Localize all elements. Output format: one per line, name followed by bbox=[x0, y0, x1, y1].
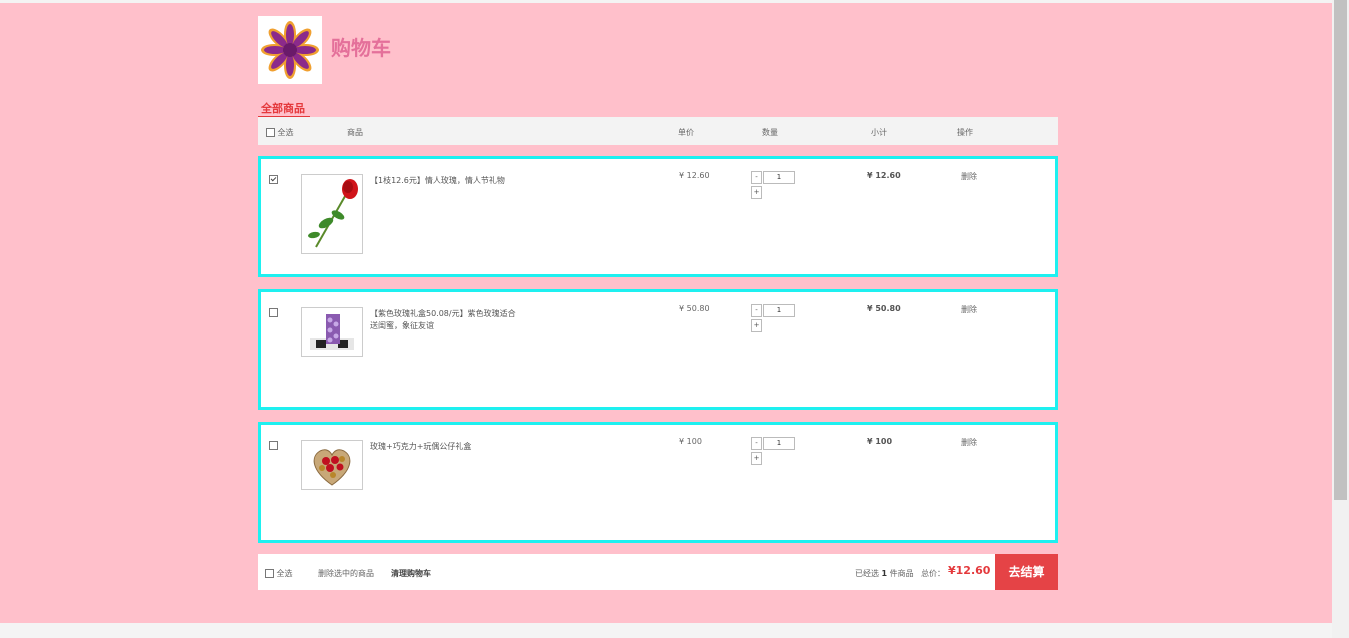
select-all-checkbox[interactable] bbox=[266, 128, 275, 137]
unit-price: ¥ 100 bbox=[679, 437, 702, 446]
page-title: 购物车 bbox=[331, 36, 391, 60]
unit-price: ¥ 50.80 bbox=[679, 304, 710, 313]
product-name[interactable]: 玫瑰+巧克力+玩偶公仔礼盒 bbox=[370, 441, 520, 453]
product-name[interactable]: 【紫色玫瑰礼盒50.08/元】紫色玫瑰适合送闺蜜，象征友谊 bbox=[370, 308, 520, 332]
cart-item: 【1枝12.6元】情人玫瑰，情人节礼物 ¥ 12.60 - 1 + ¥ 12.6… bbox=[258, 156, 1058, 277]
heart-gift-box-image bbox=[313, 449, 351, 486]
product-image-rose[interactable] bbox=[301, 174, 363, 254]
flower-logo bbox=[258, 16, 322, 84]
select-all-label: 全选 bbox=[277, 128, 294, 137]
total-label: 总价： bbox=[921, 569, 945, 578]
header-unit-price: 单价 bbox=[678, 128, 694, 137]
quantity-input[interactable]: 1 bbox=[763, 437, 795, 450]
product-image-heart-gift-box[interactable] bbox=[301, 440, 363, 490]
footer-select-all-checkbox[interactable] bbox=[265, 569, 274, 578]
header-quantity: 数量 bbox=[762, 128, 778, 137]
quantity-increase-button[interactable]: + bbox=[751, 319, 762, 332]
product-image-purple-rose-box[interactable] bbox=[301, 307, 363, 357]
delete-item-link[interactable]: 删除 bbox=[961, 437, 977, 448]
item-subtotal: ¥ 12.60 bbox=[867, 171, 901, 180]
flower-logo-icon bbox=[261, 21, 319, 79]
clear-cart-link[interactable]: 清理购物车 bbox=[391, 568, 431, 579]
quantity-decrease-button[interactable]: - bbox=[751, 437, 762, 450]
table-header: 全选 商品 单价 数量 小计 操作 bbox=[258, 117, 1058, 145]
quantity-input[interactable]: 1 bbox=[763, 171, 795, 184]
purple-rose-box-image bbox=[310, 314, 354, 350]
selected-suffix: 件商品 bbox=[889, 569, 914, 578]
footer-select-all-label: 全选 bbox=[276, 569, 293, 578]
delete-item-link[interactable]: 删除 bbox=[961, 171, 977, 182]
delete-item-link[interactable]: 删除 bbox=[961, 304, 977, 315]
selected-count-text: 已经选 1 件商品 bbox=[855, 568, 914, 579]
item-checkbox[interactable] bbox=[269, 175, 278, 184]
cart-footer: 全选 删除选中的商品 清理购物车 已经选 1 件商品 总价： ¥12.60 去结… bbox=[258, 554, 1058, 590]
quantity-increase-button[interactable]: + bbox=[751, 186, 762, 199]
header-action: 操作 bbox=[957, 128, 973, 137]
checkout-button[interactable]: 去结算 bbox=[995, 554, 1058, 590]
red-rose-image bbox=[308, 179, 358, 248]
quantity-input[interactable]: 1 bbox=[763, 304, 795, 317]
cart-item: 【紫色玫瑰礼盒50.08/元】紫色玫瑰适合送闺蜜，象征友谊 ¥ 50.80 - … bbox=[258, 289, 1058, 410]
item-checkbox[interactable] bbox=[269, 441, 278, 450]
item-subtotal: ¥ 100 bbox=[867, 437, 893, 446]
header-select-all[interactable]: 全选 bbox=[266, 127, 294, 138]
total-price: ¥12.60 bbox=[948, 564, 991, 577]
scrollbar-thumb[interactable] bbox=[1334, 0, 1347, 500]
header-product: 商品 bbox=[347, 128, 363, 137]
unit-price: ¥ 12.60 bbox=[679, 171, 710, 180]
header-subtotal: 小计 bbox=[871, 128, 887, 137]
product-name[interactable]: 【1枝12.6元】情人玫瑰，情人节礼物 bbox=[370, 175, 520, 187]
selected-count: 1 bbox=[881, 569, 888, 578]
page-background: 购物车 全部商品 全选 商品 单价 数量 小计 操作 【1枝12.6元】情人玫瑰… bbox=[0, 3, 1332, 623]
quantity-decrease-button[interactable]: - bbox=[751, 304, 762, 317]
quantity-increase-button[interactable]: + bbox=[751, 452, 762, 465]
quantity-decrease-button[interactable]: - bbox=[751, 171, 762, 184]
tab-all-products[interactable]: 全部商品 bbox=[258, 100, 310, 118]
cart-item: 玫瑰+巧克力+玩偶公仔礼盒 ¥ 100 - 1 + ¥ 100 删除 bbox=[258, 422, 1058, 543]
footer-select-all[interactable]: 全选 bbox=[265, 568, 293, 579]
item-subtotal: ¥ 50.80 bbox=[867, 304, 901, 313]
selected-prefix: 已经选 bbox=[855, 569, 879, 578]
delete-selected-link[interactable]: 删除选中的商品 bbox=[318, 568, 374, 579]
item-checkbox[interactable] bbox=[269, 308, 278, 317]
